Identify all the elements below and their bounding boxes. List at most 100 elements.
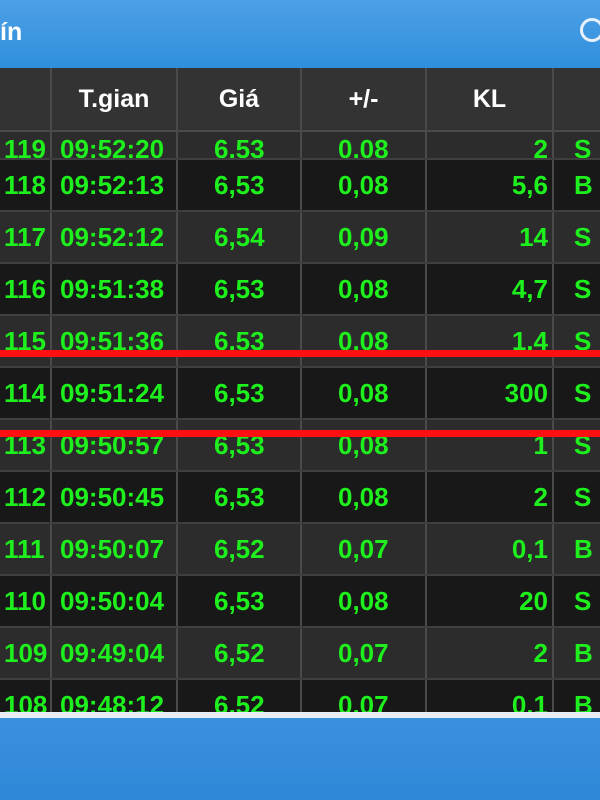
table-row[interactable]: 115 09:51:36 6,53 0,08 1,4 S: [0, 315, 600, 368]
trade-id-cell: 119: [0, 131, 52, 160]
column-header-volume[interactable]: KL: [426, 68, 554, 132]
table-row[interactable]: 119 09:52:20 6,53 0,08 2 S: [0, 131, 600, 160]
title-bar[interactable]: ín: [0, 0, 600, 68]
trade-id-cell: 108: [0, 679, 52, 712]
trade-time-cell: 09:51:36: [51, 315, 178, 368]
column-header-time[interactable]: T.gian: [51, 68, 178, 132]
trade-volume-cell: 0,1: [426, 679, 554, 712]
header-row: T.gian Giá +/- KL: [0, 68, 600, 132]
trade-side-cell: S: [553, 131, 600, 160]
table-row[interactable]: 111 09:50:07 6,52 0,07 0,1 B: [0, 523, 600, 576]
trade-side-cell: S: [553, 471, 600, 524]
column-header-price[interactable]: Giá: [177, 68, 302, 132]
trade-time-cell: 09:50:07: [51, 523, 178, 576]
trade-volume-cell: 14: [426, 211, 554, 264]
table-row[interactable]: 113 09:50:57 6,53 0,08 1 S: [0, 419, 600, 472]
trade-price-cell: 6,53: [177, 315, 302, 368]
table-row[interactable]: 118 09:52:13 6,53 0,08 5,6 B: [0, 159, 600, 212]
trade-time-cell: 09:48:12: [51, 679, 178, 712]
trade-change-cell: 0,07: [301, 627, 427, 680]
trade-price-cell: 6,53: [177, 419, 302, 472]
trade-change-cell: 0,08: [301, 367, 427, 420]
highlight-line-top: [0, 350, 600, 357]
trade-change-cell: 0,08: [301, 131, 427, 160]
trade-price-cell: 6,54: [177, 211, 302, 264]
trade-side-cell: B: [553, 159, 600, 212]
trade-side-cell: S: [553, 211, 600, 264]
trade-change-cell: 0,09: [301, 211, 427, 264]
trade-id-cell: 109: [0, 627, 52, 680]
column-header-side[interactable]: [553, 68, 600, 132]
footer-bar: [0, 712, 600, 800]
table-row[interactable]: 116 09:51:38 6,53 0,08 4,7 S: [0, 263, 600, 316]
trade-volume-cell: 5,6: [426, 159, 554, 212]
window-title: ín: [0, 18, 23, 46]
trade-side-cell: S: [553, 367, 600, 420]
trade-price-cell: 6,53: [177, 263, 302, 316]
trade-price-cell: 6,53: [177, 159, 302, 212]
trade-time-cell: 09:52:13: [51, 159, 178, 212]
trade-price-cell: 6,52: [177, 679, 302, 712]
trade-id-cell: 117: [0, 211, 52, 264]
trade-price-cell: 6,53: [177, 367, 302, 420]
trade-volume-cell: 300: [426, 367, 554, 420]
trade-id-cell: 115: [0, 315, 52, 368]
table-row[interactable]: 112 09:50:45 6,53 0,08 2 S: [0, 471, 600, 524]
trade-change-cell: 0,08: [301, 315, 427, 368]
table-row[interactable]: 109 09:49:04 6,52 0,07 2 B: [0, 627, 600, 680]
trade-id-cell: 114: [0, 367, 52, 420]
trade-price-cell: 6,53: [177, 575, 302, 628]
trade-id-cell: 116: [0, 263, 52, 316]
trade-id-cell: 118: [0, 159, 52, 212]
trade-time-cell: 09:50:04: [51, 575, 178, 628]
trade-change-cell: 0,07: [301, 679, 427, 712]
trade-change-cell: 0,08: [301, 419, 427, 472]
column-header-id[interactable]: [0, 68, 52, 132]
trade-id-cell: 111: [0, 523, 52, 576]
trade-time-cell: 09:50:45: [51, 471, 178, 524]
trade-price-cell: 6,53: [177, 471, 302, 524]
circle-icon[interactable]: [580, 18, 600, 42]
trade-time-cell: 09:49:04: [51, 627, 178, 680]
trade-grid[interactable]: T.gian Giá +/- KL 119 09:52:20 6,53 0,08 2 S 1…: [0, 68, 600, 712]
trade-id-cell: 112: [0, 471, 52, 524]
trade-side-cell: S: [553, 419, 600, 472]
table-row[interactable]: 110 09:50:04 6,53 0,08 20 S: [0, 575, 600, 628]
trade-price-cell: 6,53: [177, 131, 302, 160]
trade-change-cell: 0,08: [301, 263, 427, 316]
trade-time-cell: 09:51:38: [51, 263, 178, 316]
trade-side-cell: S: [553, 263, 600, 316]
column-header-change[interactable]: +/-: [301, 68, 427, 132]
trade-price-cell: 6,52: [177, 523, 302, 576]
trade-time-cell: 09:52:12: [51, 211, 178, 264]
trade-change-cell: 0,08: [301, 159, 427, 212]
trade-change-cell: 0,08: [301, 471, 427, 524]
trade-volume-cell: 2: [426, 627, 554, 680]
trade-side-cell: B: [553, 523, 600, 576]
highlight-line-bottom: [0, 430, 600, 437]
trade-change-cell: 0,07: [301, 523, 427, 576]
trade-side-cell: B: [553, 679, 600, 712]
trade-volume-cell: 1,4: [426, 315, 554, 368]
trade-history-window: ín T.gian Giá +/- KL 119 09:52:20 6,53 0,08…: [0, 0, 600, 800]
trade-time-cell: 09:50:57: [51, 419, 178, 472]
trade-price-cell: 6,52: [177, 627, 302, 680]
trade-side-cell: S: [553, 315, 600, 368]
table-row[interactable]: 114 09:51:24 6,53 0,08 300 S: [0, 367, 600, 420]
trade-volume-cell: 1: [426, 419, 554, 472]
trade-id-cell: 110: [0, 575, 52, 628]
trade-time-cell: 09:52:20: [51, 131, 178, 160]
trade-volume-cell: 2: [426, 131, 554, 160]
trade-time-cell: 09:51:24: [51, 367, 178, 420]
trade-volume-cell: 4,7: [426, 263, 554, 316]
trades-table: T.gian Giá +/- KL 119 09:52:20 6,53 0,08 2 S 1…: [0, 68, 600, 712]
trade-volume-cell: 20: [426, 575, 554, 628]
table-row[interactable]: 108 09:48:12 6,52 0,07 0,1 B: [0, 679, 600, 712]
table-row[interactable]: 117 09:52:12 6,54 0,09 14 S: [0, 211, 600, 264]
trade-volume-cell: 0,1: [426, 523, 554, 576]
trade-volume-cell: 2: [426, 471, 554, 524]
trade-side-cell: B: [553, 627, 600, 680]
trade-id-cell: 113: [0, 419, 52, 472]
trade-side-cell: S: [553, 575, 600, 628]
trade-change-cell: 0,08: [301, 575, 427, 628]
